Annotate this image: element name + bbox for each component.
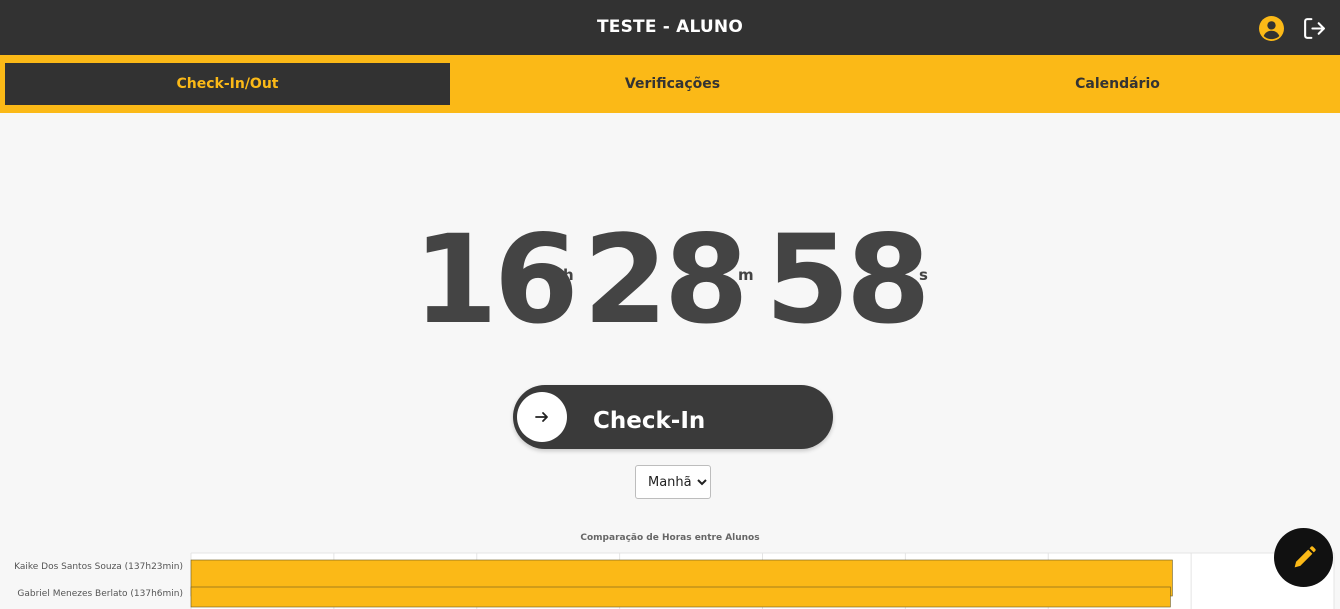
logout-icon[interactable] (1302, 16, 1327, 41)
chart-bar (190, 586, 1171, 608)
tab-check-in-out[interactable]: Check-In/Out (5, 63, 450, 105)
check-in-button[interactable]: Check-In (513, 385, 833, 449)
chart-category-label: Gabriel Menezes Berlato (137h6min) (17, 589, 183, 599)
check-in-slider-knob[interactable] (517, 392, 567, 442)
chart-title: Comparação de Horas entre Alunos (580, 533, 760, 543)
clock-minutes-unit: m (738, 266, 754, 284)
clock-hours-unit: h (563, 266, 574, 284)
period-select[interactable]: Manhã (635, 465, 711, 499)
edit-fab-button[interactable] (1274, 528, 1333, 587)
clock-hours: 16 (413, 209, 579, 351)
clock-seconds-unit: s (919, 266, 928, 284)
tab-calendario[interactable]: Calendário (895, 63, 1340, 105)
clock-minutes: 28 (583, 209, 749, 351)
hours-comparison-chart: Kaike Dos Santos Souza (137h23min) Gabrie… (14, 552, 1335, 609)
check-in-label: Check-In (593, 408, 706, 434)
chart-category-label: Kaike Dos Santos Souza (137h23min) (14, 562, 183, 572)
tab-bar: Check-In/Out Verificações Calendário (0, 55, 1340, 113)
arrow-right-icon (535, 412, 548, 422)
clock-seconds: 58 (765, 209, 931, 351)
user-circle-icon[interactable] (1259, 16, 1284, 41)
top-bar: TESTE - ALUNO (0, 0, 1340, 55)
pencil-icon (1294, 545, 1316, 567)
app-title: TESTE - ALUNO (596, 17, 744, 37)
tab-verificacoes[interactable]: Verificações (450, 63, 895, 105)
